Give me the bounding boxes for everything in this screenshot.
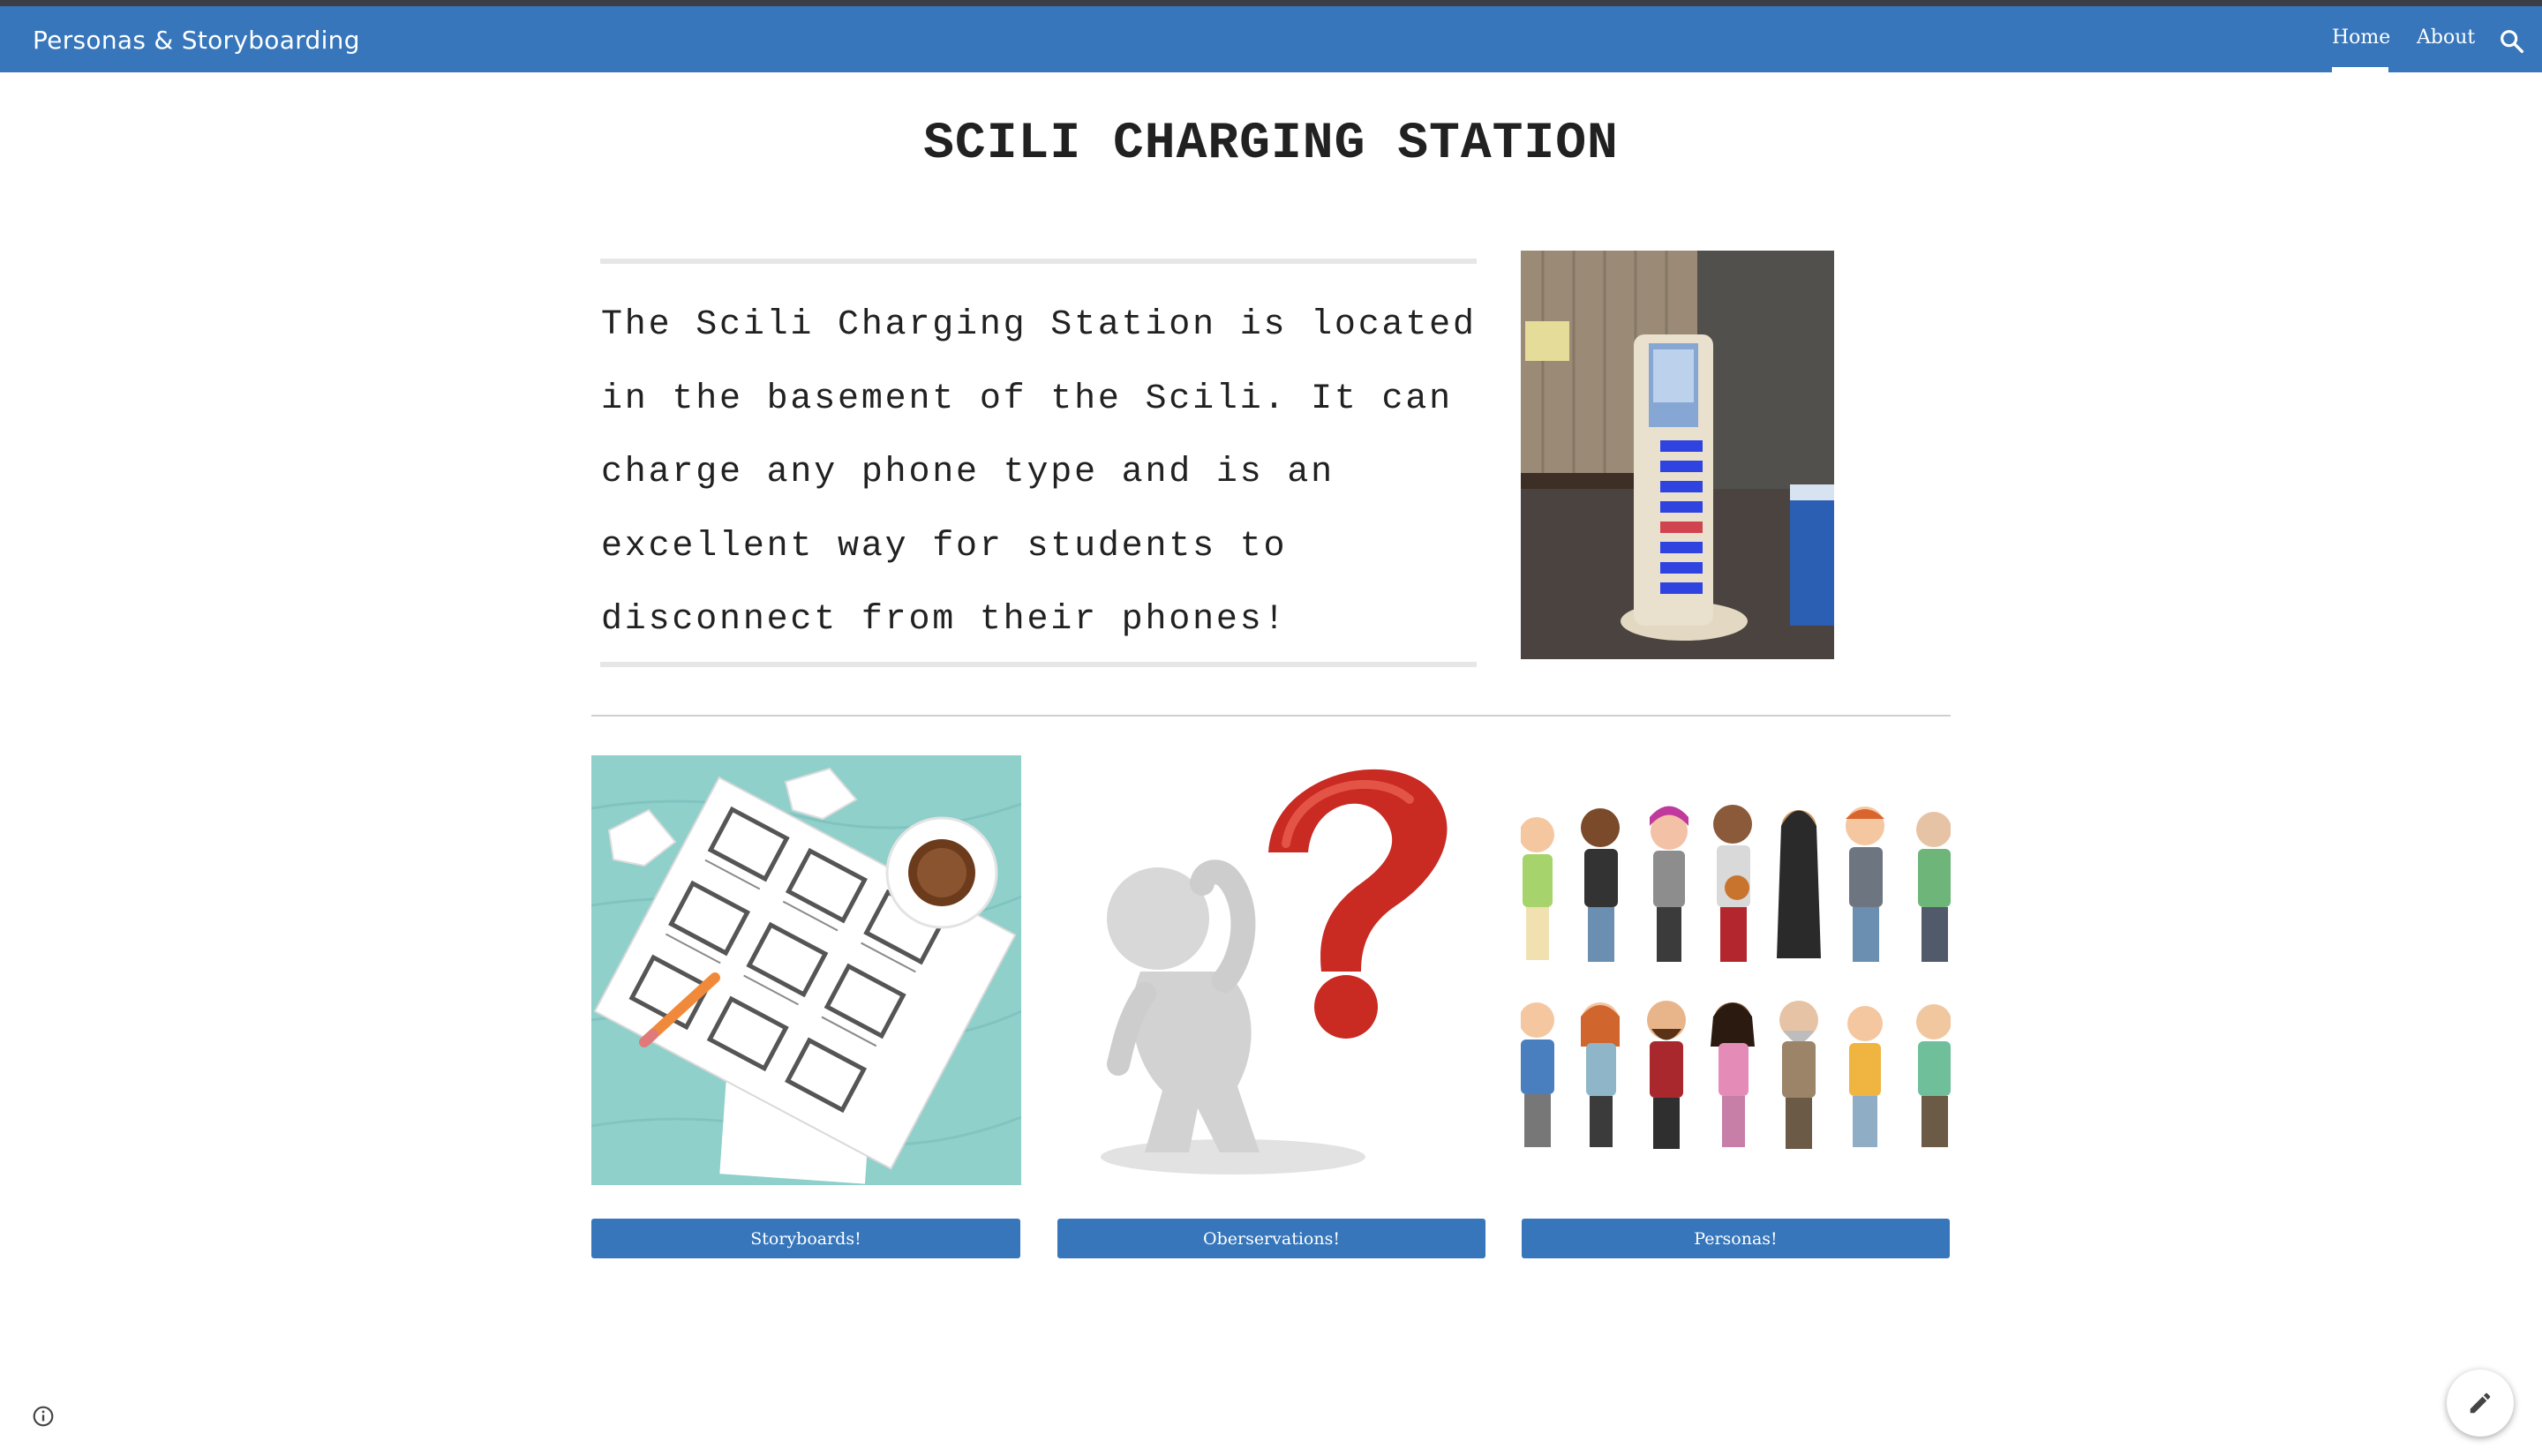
search-icon bbox=[2501, 30, 2524, 54]
observations-button[interactable]: Oberservations! bbox=[1057, 1219, 1485, 1258]
edit-button[interactable] bbox=[2447, 1370, 2514, 1437]
personas-button[interactable]: Personas! bbox=[1522, 1219, 1950, 1258]
charging-station-photo bbox=[1521, 251, 1834, 659]
section-divider bbox=[591, 715, 1951, 717]
quote-top-rule bbox=[600, 259, 1477, 264]
nav-item-home[interactable]: Home bbox=[2332, 6, 2390, 72]
active-nav-indicator bbox=[2332, 67, 2388, 72]
search-button[interactable] bbox=[2498, 27, 2526, 56]
site-title[interactable]: Personas & Storyboarding bbox=[33, 26, 360, 55]
site-info-button[interactable] bbox=[32, 1405, 55, 1428]
pencil-icon bbox=[2470, 1392, 2491, 1414]
info-icon bbox=[33, 1406, 54, 1427]
nav-home-label[interactable]: Home bbox=[2332, 26, 2390, 49]
nav-about-label[interactable]: About bbox=[2417, 26, 2475, 49]
intro-paragraph: The Scili Charging Station is located in… bbox=[601, 305, 1477, 640]
quote-bottom-rule bbox=[600, 662, 1477, 667]
nav-item-about[interactable]: About bbox=[2417, 6, 2475, 72]
storyboard-illustration[interactable] bbox=[591, 755, 1021, 1185]
personas-crowd-illustration[interactable] bbox=[1521, 755, 1951, 1185]
storyboards-button[interactable]: Storyboards! bbox=[591, 1219, 1020, 1258]
page-title: SCILI CHARGING STATION bbox=[923, 116, 1619, 173]
top-navigation-bar: Personas & Storyboarding Home About bbox=[0, 0, 2542, 72]
question-mark-figure-illustration[interactable] bbox=[1057, 755, 1486, 1185]
